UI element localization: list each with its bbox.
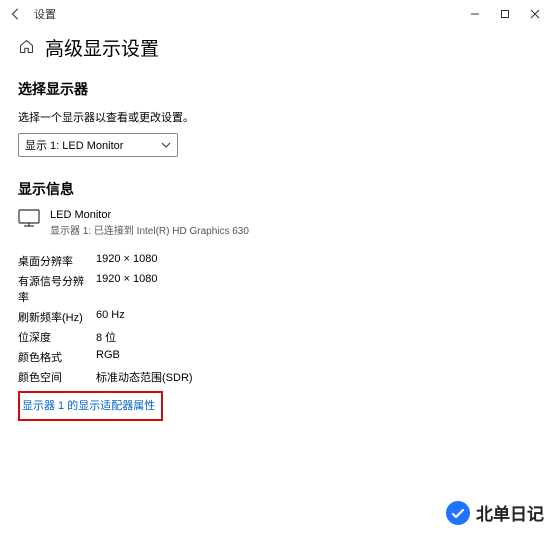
- property-label: 颜色格式: [18, 347, 88, 367]
- property-label: 有源信号分辨率: [18, 271, 88, 307]
- close-button[interactable]: [520, 2, 550, 26]
- table-row: 桌面分辨率1920 × 1080: [18, 251, 193, 271]
- property-label: 桌面分辨率: [18, 251, 88, 271]
- monitor-icon: [18, 209, 40, 230]
- display-info-heading: 显示信息: [18, 179, 536, 199]
- maximize-button[interactable]: [490, 2, 520, 26]
- property-value: RGB: [88, 347, 193, 367]
- minimize-button[interactable]: [460, 2, 490, 26]
- property-label: 刷新频率(Hz): [18, 307, 88, 327]
- property-value: 60 Hz: [88, 307, 193, 327]
- table-row: 有源信号分辨率1920 × 1080: [18, 271, 193, 307]
- property-label: 位深度: [18, 327, 88, 347]
- select-display-heading: 选择显示器: [18, 79, 536, 99]
- table-row: 刷新频率(Hz)60 Hz: [18, 307, 193, 327]
- page-title: 高级显示设置: [45, 34, 159, 61]
- highlight-box: 显示器 1 的显示适配器属性: [18, 391, 163, 421]
- table-row: 颜色空间标准动态范围(SDR): [18, 367, 193, 387]
- table-row: 位深度8 位: [18, 327, 193, 347]
- display-properties-table: 桌面分辨率1920 × 1080有源信号分辨率1920 × 1080刷新频率(H…: [18, 251, 193, 387]
- back-button[interactable]: [4, 2, 28, 26]
- property-value: 1920 × 1080: [88, 271, 193, 307]
- table-row: 颜色格式RGB: [18, 347, 193, 367]
- adapter-properties-link[interactable]: 显示器 1 的显示适配器属性: [22, 400, 155, 412]
- display-select-value: 显示 1: LED Monitor: [25, 137, 123, 153]
- watermark: 北单日记: [446, 500, 544, 525]
- monitor-name: LED Monitor: [50, 209, 249, 221]
- property-value: 1920 × 1080: [88, 251, 193, 271]
- window-title: 设置: [34, 6, 56, 22]
- watermark-text: 北单日记: [476, 500, 544, 525]
- home-icon[interactable]: [18, 38, 35, 58]
- monitor-connection: 显示器 1: 已连接到 Intel(R) HD Graphics 630: [50, 222, 249, 237]
- property-label: 颜色空间: [18, 367, 88, 387]
- chevron-down-icon: [161, 140, 171, 150]
- display-select[interactable]: 显示 1: LED Monitor: [18, 133, 178, 157]
- watermark-logo-icon: [446, 501, 470, 525]
- property-value: 标准动态范围(SDR): [88, 367, 193, 387]
- select-display-help: 选择一个显示器以查看或更改设置。: [18, 109, 536, 125]
- property-value: 8 位: [88, 327, 193, 347]
